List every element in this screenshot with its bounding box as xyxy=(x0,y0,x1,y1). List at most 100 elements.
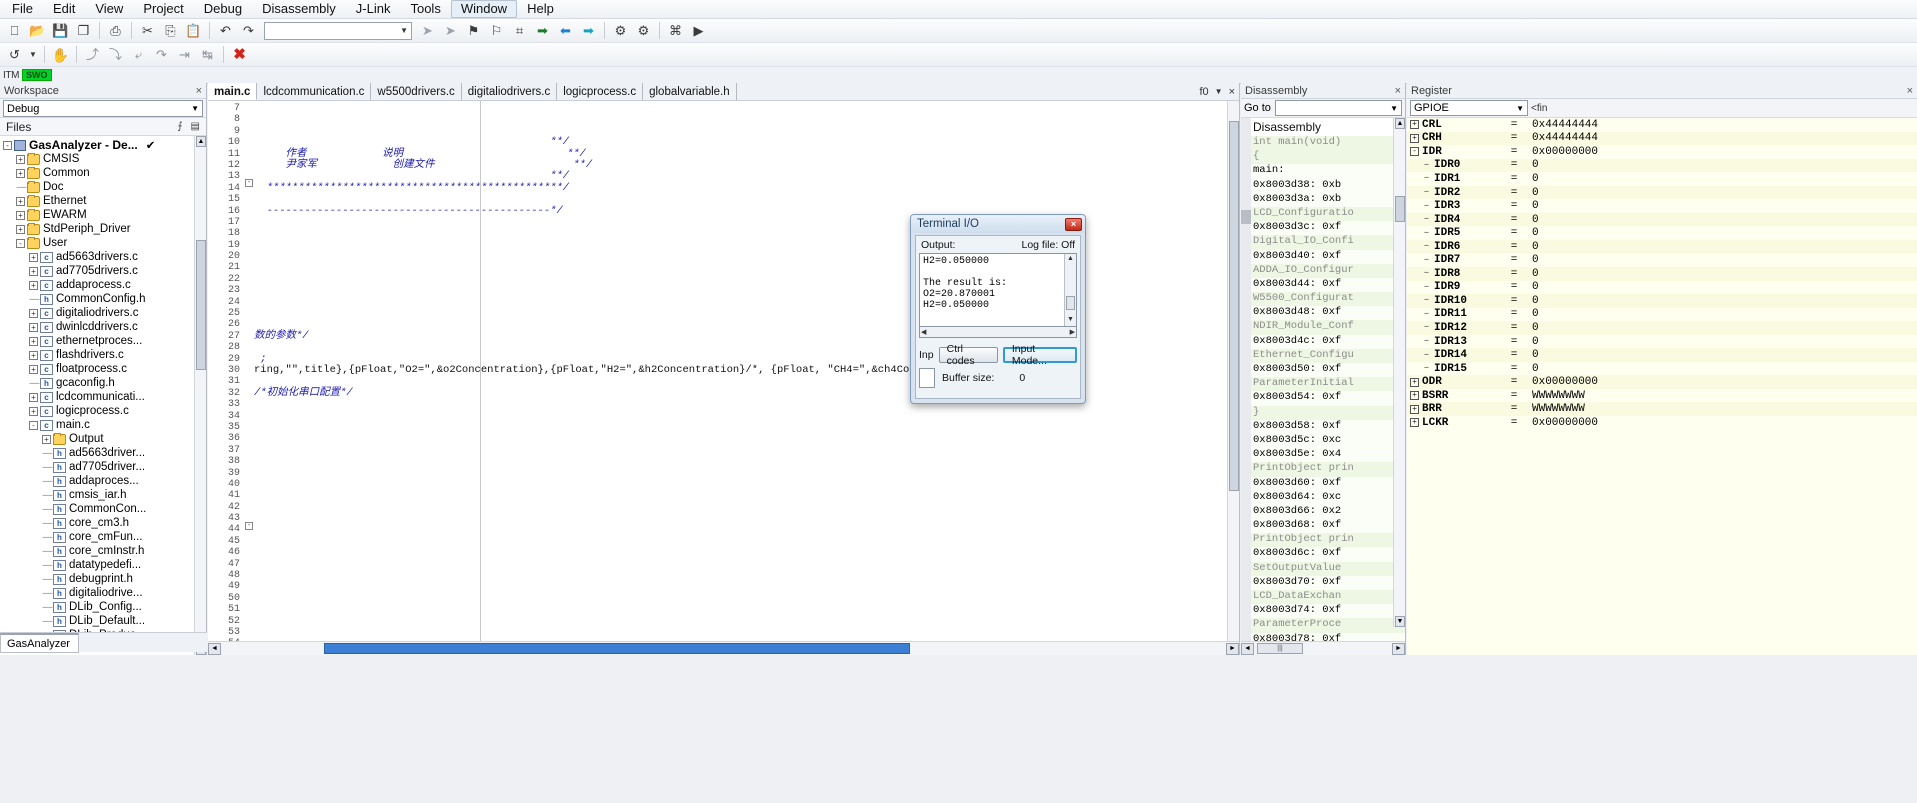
find-register-label[interactable]: <fin xyxy=(1531,103,1547,114)
tree-item[interactable]: — h core_cmFun... xyxy=(0,530,206,544)
run-to-cursor-icon[interactable]: ⇥ xyxy=(174,45,195,65)
tree-item[interactable]: + c dwinlcddrivers.c xyxy=(0,320,206,334)
tree-item[interactable]: + c ad5663drivers.c xyxy=(0,250,206,264)
make-icon[interactable]: ⚙ xyxy=(610,21,631,41)
register-value[interactable]: 0 xyxy=(1532,241,1539,253)
register-row[interactable]: – IDR3 = 0 xyxy=(1407,199,1917,213)
code-line[interactable] xyxy=(254,445,1239,456)
find-next-icon[interactable]: ➤ xyxy=(440,21,461,41)
disassembly-line[interactable]: 0x8003d48: 0xf xyxy=(1241,306,1405,320)
register-row[interactable]: + LCKR = 0x00000000 xyxy=(1407,416,1917,430)
undo-icon[interactable]: ↶ xyxy=(215,21,236,41)
expand-icon[interactable]: + xyxy=(42,434,51,444)
code-line[interactable] xyxy=(254,376,1239,387)
compile-icon[interactable]: ➡ xyxy=(532,21,553,41)
step-into-icon[interactable]: ⤵ xyxy=(105,45,126,65)
code-line[interactable] xyxy=(254,479,1239,490)
debug-icon[interactable]: ▶ xyxy=(688,21,709,41)
navigate-forward-icon[interactable]: ➡ xyxy=(578,21,599,41)
disassembly-line[interactable]: ParameterInitial xyxy=(1241,377,1405,392)
scroll-down-icon[interactable]: ▼ xyxy=(1066,316,1075,325)
menu-item-edit[interactable]: Edit xyxy=(43,0,85,18)
register-value[interactable]: 0 xyxy=(1532,254,1539,266)
menu-item-window[interactable]: Window xyxy=(450,0,518,18)
register-row[interactable]: – IDR4 = 0 xyxy=(1407,212,1917,227)
disassembly-line[interactable]: 0x8003d54: 0xf xyxy=(1241,391,1405,405)
menu-item-tools[interactable]: Tools xyxy=(400,0,450,18)
editor-tab-lcdcommunication-c[interactable]: lcdcommunication.c xyxy=(257,83,372,100)
collapse-icon[interactable]: - xyxy=(3,140,12,150)
tree-item[interactable]: + c logicprocess.c xyxy=(0,404,206,418)
tree-item[interactable]: + Common xyxy=(0,166,206,180)
bookmark-clear-icon[interactable]: ⚐ xyxy=(486,21,507,41)
code-line[interactable] xyxy=(254,342,1239,353)
code-line[interactable] xyxy=(254,228,1239,239)
save-all-icon[interactable]: ❐ xyxy=(73,21,94,41)
register-value[interactable]: WWWWWWWW xyxy=(1532,403,1585,415)
fold-toggle-icon[interactable]: - xyxy=(245,522,253,530)
disassembly-line[interactable]: 0x8003d70: 0xf xyxy=(1241,576,1405,590)
redo-icon[interactable]: ↷ xyxy=(238,21,259,41)
dropdown-icon[interactable]: ▼ xyxy=(27,45,39,65)
register-value[interactable]: 0x44444444 xyxy=(1532,132,1598,144)
expand-icon[interactable]: + xyxy=(29,392,38,402)
expand-icon[interactable]: + xyxy=(1410,120,1419,130)
expand-icon[interactable]: + xyxy=(29,364,38,374)
build-configuration-select[interactable]: Debug ▼ xyxy=(3,100,203,117)
stop-debugging-icon[interactable]: ✋ xyxy=(50,45,71,65)
code-line[interactable] xyxy=(254,468,1239,479)
tree-item[interactable]: + c ad7705drivers.c xyxy=(0,264,206,278)
register-value[interactable]: 0 xyxy=(1532,336,1539,348)
disassembly-line[interactable]: 0x8003d68: 0xf xyxy=(1241,519,1405,533)
disassembly-line[interactable]: 0x8003d40: 0xf xyxy=(1241,250,1405,264)
reset-icon[interactable]: ↺ xyxy=(4,45,25,65)
build-all-icon[interactable]: ⚙ xyxy=(633,21,654,41)
paste-icon[interactable]: 📋 xyxy=(183,21,204,41)
tree-item[interactable]: — h cmsis_iar.h xyxy=(0,488,206,502)
register-value[interactable]: 0 xyxy=(1532,349,1539,361)
disassembly-line[interactable]: main: xyxy=(1241,164,1405,178)
project-file-tree[interactable]: - GasAnalyzer - De... ✔ + CMSIS + Common — Doc + E… xyxy=(0,136,206,655)
expand-icon[interactable]: + xyxy=(1410,404,1419,414)
close-icon[interactable]: × xyxy=(1395,85,1401,97)
register-row[interactable]: + BRR = WWWWWWWW xyxy=(1407,402,1917,417)
register-row[interactable]: + BSRR = WWWWWWWW xyxy=(1407,389,1917,403)
workspace-scrollbar[interactable]: ▲ ▼ xyxy=(194,136,206,655)
tree-item[interactable]: + EWARM xyxy=(0,208,206,222)
expand-icon[interactable]: + xyxy=(16,154,25,164)
code-line[interactable] xyxy=(254,319,1239,330)
code-folding-column[interactable]: --- xyxy=(244,101,254,641)
disassembly-line[interactable]: 0x8003d6c: 0xf xyxy=(1241,547,1405,561)
register-list[interactable]: + CRL = 0x44444444 + CRH = 0x44444444- IDR = 0x000… xyxy=(1407,118,1917,655)
expand-icon[interactable]: + xyxy=(16,210,25,220)
register-row[interactable]: – IDR7 = 0 xyxy=(1407,253,1917,267)
code-line[interactable]: ****************************************… xyxy=(254,182,1239,194)
scrollbar-thumb[interactable] xyxy=(324,643,910,654)
close-icon[interactable]: × xyxy=(1907,85,1913,97)
menu-item-disassembly[interactable]: Disassembly xyxy=(252,0,346,18)
code-line[interactable] xyxy=(254,194,1239,205)
goto-line-icon[interactable]: ⌗ xyxy=(509,21,530,41)
expand-icon[interactable]: + xyxy=(29,266,38,276)
close-icon[interactable]: × xyxy=(1065,217,1082,231)
bookmark-toggle-icon[interactable]: ⚑ xyxy=(463,21,484,41)
tree-item[interactable]: — h addaproces... xyxy=(0,474,206,488)
disassembly-line[interactable]: 0x8003d66: 0x2 xyxy=(1241,505,1405,519)
terminal-io-title-bar[interactable]: Terminal I/O × xyxy=(911,215,1085,233)
options-icon[interactable]: ⌘ xyxy=(665,21,686,41)
code-line[interactable] xyxy=(254,297,1239,308)
scroll-left-icon[interactable]: ◄ xyxy=(1241,642,1254,655)
tree-item[interactable]: — h ad7705driver... xyxy=(0,460,206,474)
disassembly-line[interactable]: { xyxy=(1241,150,1405,165)
tree-item[interactable]: + c ethernetproces... xyxy=(0,334,206,348)
scrollbar-thumb[interactable] xyxy=(1395,196,1405,222)
tree-item[interactable]: — h datatypedefi... xyxy=(0,558,206,572)
menu-item-view[interactable]: View xyxy=(85,0,133,18)
next-statement-icon[interactable]: ↷ xyxy=(151,45,172,65)
code-line[interactable] xyxy=(254,616,1239,627)
register-value[interactable]: 0 xyxy=(1532,200,1539,212)
code-line[interactable] xyxy=(254,536,1239,547)
scroll-up-icon[interactable]: ▲ xyxy=(1395,118,1405,129)
register-row[interactable]: + CRL = 0x44444444 xyxy=(1407,118,1917,132)
code-line[interactable] xyxy=(254,513,1239,524)
